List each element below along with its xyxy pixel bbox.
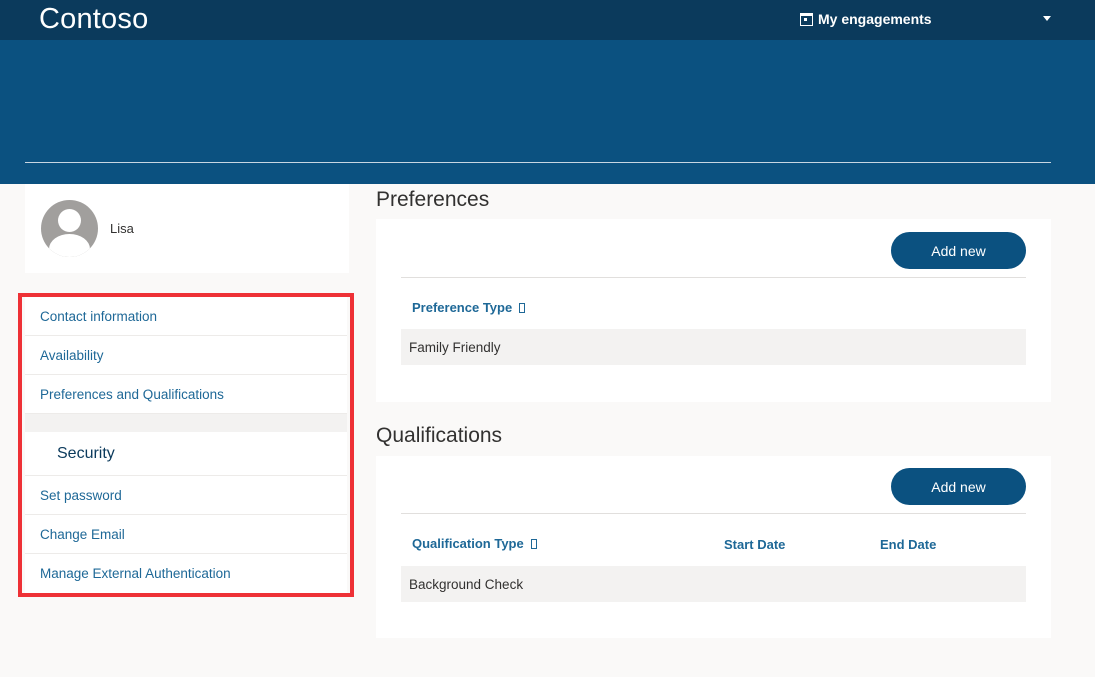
preferences-card: Add new Preference Type Family Friendly bbox=[376, 219, 1051, 402]
sort-icon bbox=[530, 538, 537, 549]
table-cell-preference-type: Family Friendly bbox=[409, 339, 501, 355]
nav-security-header: Security bbox=[25, 432, 347, 476]
column-header-label: Qualification Type bbox=[412, 536, 524, 551]
column-header-end-date[interactable]: End Date bbox=[880, 537, 936, 552]
avatar bbox=[41, 200, 98, 257]
preferences-title: Preferences bbox=[376, 188, 490, 211]
table-row[interactable]: Background Check bbox=[401, 566, 1026, 602]
add-qualification-button[interactable]: Add new bbox=[891, 468, 1026, 505]
my-engagements-menu[interactable]: My engagements bbox=[800, 10, 932, 28]
sort-icon bbox=[519, 302, 526, 313]
nav-item-contact-information[interactable]: Contact information bbox=[25, 297, 347, 336]
nav-spacer bbox=[25, 414, 347, 432]
table-cell-qualification-type: Background Check bbox=[409, 576, 524, 592]
column-header-qualification-type[interactable]: Qualification Type bbox=[412, 536, 537, 551]
profile-side-nav: Contact information Availability Prefere… bbox=[25, 297, 347, 593]
add-preference-button[interactable]: Add new bbox=[891, 232, 1026, 269]
hero-banner bbox=[0, 40, 1095, 184]
avatar-body-shape bbox=[49, 234, 90, 257]
column-header-label: Start Date bbox=[724, 537, 786, 552]
nav-item-change-email[interactable]: Change Email bbox=[25, 515, 347, 554]
nav-item-availability[interactable]: Availability bbox=[25, 336, 347, 375]
my-engagements-label: My engagements bbox=[818, 11, 932, 27]
column-header-start-date[interactable]: Start Date bbox=[724, 537, 785, 552]
column-header-preference-type[interactable]: Preference Type bbox=[412, 300, 526, 315]
nav-item-manage-external-auth[interactable]: Manage External Authentication bbox=[25, 554, 347, 593]
nav-item-preferences-qualifications[interactable]: Preferences and Qualifications bbox=[25, 375, 347, 414]
avatar-head-shape bbox=[58, 209, 81, 232]
top-navbar: Contoso My engagements bbox=[0, 0, 1095, 40]
profile-card: Lisa bbox=[25, 184, 349, 273]
brand-logo[interactable]: Contoso bbox=[39, 3, 148, 36]
column-header-label: Preference Type bbox=[412, 300, 513, 315]
qualifications-card: Add new Qualification Type Start Date En… bbox=[376, 456, 1051, 638]
column-header-label: End Date bbox=[880, 537, 937, 552]
calendar-icon bbox=[800, 12, 813, 26]
qualifications-divider bbox=[401, 513, 1026, 514]
chevron-down-icon[interactable] bbox=[1043, 16, 1051, 21]
nav-item-set-password[interactable]: Set password bbox=[25, 476, 347, 515]
hero-divider bbox=[25, 162, 1051, 163]
table-row[interactable]: Family Friendly bbox=[401, 329, 1026, 365]
profile-name: Lisa bbox=[110, 221, 134, 236]
qualifications-title: Qualifications bbox=[376, 424, 503, 447]
preferences-divider bbox=[401, 277, 1026, 278]
